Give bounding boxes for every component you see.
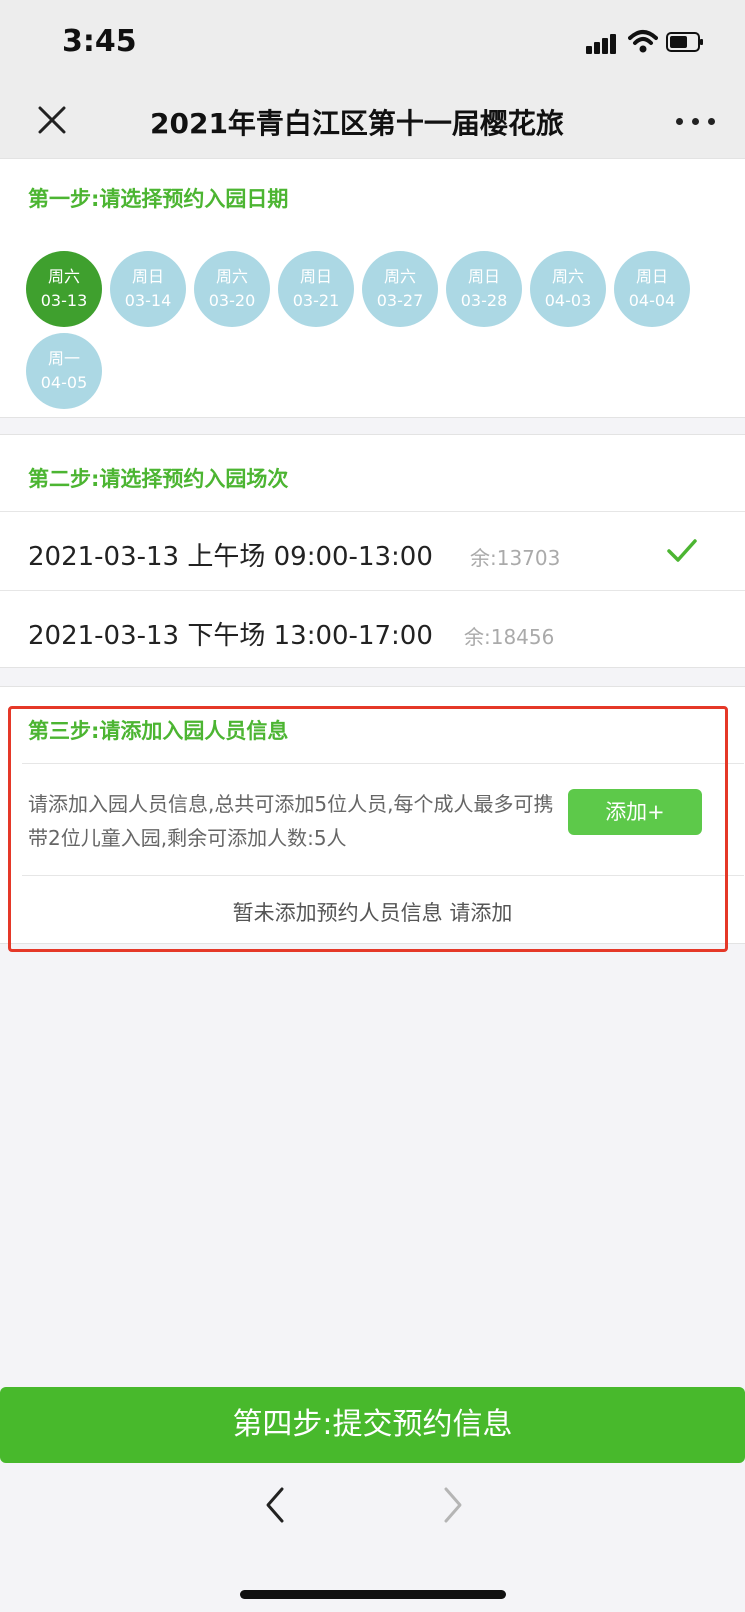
date-weekday: 周一 xyxy=(47,349,80,368)
date-option[interactable]: 周六 03-20 xyxy=(194,251,270,327)
session-remaining: 余:18456 xyxy=(464,625,555,649)
step1-section: 第一步:请选择预约入园日期 周六 03-13 周日 03-14 周六 03-20 周日 03-… xyxy=(0,158,745,418)
step2-title: 第二步:请选择预约入园场次 xyxy=(28,467,289,491)
date-option[interactable]: 周日 04-04 xyxy=(614,251,690,327)
close-icon[interactable] xyxy=(34,102,70,138)
date-weekday: 周日 xyxy=(635,267,668,286)
date-value: 03-27 xyxy=(376,291,424,310)
date-option[interactable]: 周六 03-27 xyxy=(362,251,438,327)
date-value: 03-20 xyxy=(208,291,256,310)
back-arrow-icon[interactable] xyxy=(262,1485,288,1525)
step2-section: 第二步:请选择预约入园场次 2021-03-13 上午场 09:00-13:00… xyxy=(0,434,745,668)
date-weekday: 周六 xyxy=(215,267,248,286)
date-option[interactable]: 周日 03-21 xyxy=(278,251,354,327)
date-weekday: 周日 xyxy=(467,267,500,286)
date-value: 04-03 xyxy=(544,291,592,310)
date-weekday: 周六 xyxy=(383,267,416,286)
home-indicator xyxy=(240,1590,506,1599)
session-label: 2021-03-13 上午场 09:00-13:00 xyxy=(28,542,433,572)
date-value: 04-04 xyxy=(628,291,676,310)
date-weekday: 周六 xyxy=(551,267,584,286)
date-option[interactable]: 周日 03-28 xyxy=(446,251,522,327)
signal-icon xyxy=(586,32,624,54)
date-weekday: 周日 xyxy=(299,267,332,286)
title-bar: 2021年青白江区第十一届樱花旅 xyxy=(0,88,745,159)
session-label: 2021-03-13 下午场 13:00-17:00 xyxy=(28,621,433,651)
check-icon xyxy=(667,539,697,562)
status-bar: 3:45 xyxy=(0,0,745,88)
wifi-icon xyxy=(628,30,658,53)
session-option-afternoon[interactable]: 2021-03-13 下午场 13:00-17:00 余:18456 xyxy=(0,590,745,669)
more-icon[interactable] xyxy=(676,116,716,128)
session-remaining: 余:13703 xyxy=(470,546,561,570)
date-option[interactable]: 周日 03-14 xyxy=(110,251,186,327)
submit-button[interactable]: 第四步:提交预约信息 xyxy=(0,1387,745,1463)
date-weekday: 周六 xyxy=(47,267,80,286)
battery-icon xyxy=(666,32,703,52)
page-title: 2021年青白江区第十一届樱花旅 xyxy=(150,107,564,140)
highlight-box xyxy=(8,706,728,952)
date-value: 04-05 xyxy=(40,373,88,392)
date-value: 03-28 xyxy=(460,291,508,310)
forward-arrow-icon[interactable] xyxy=(440,1485,466,1525)
status-time: 3:45 xyxy=(62,24,137,59)
session-option-morning[interactable]: 2021-03-13 上午场 09:00-13:00 余:13703 xyxy=(0,511,745,590)
date-option[interactable]: 周六 04-03 xyxy=(530,251,606,327)
date-option[interactable]: 周一 04-05 xyxy=(26,333,102,409)
date-value: 03-21 xyxy=(292,291,340,310)
date-weekday: 周日 xyxy=(131,267,164,286)
date-value: 03-14 xyxy=(124,291,172,310)
date-option[interactable]: 周六 03-13 xyxy=(26,251,102,327)
step1-title: 第一步:请选择预约入园日期 xyxy=(28,187,289,211)
date-value: 03-13 xyxy=(40,291,88,310)
